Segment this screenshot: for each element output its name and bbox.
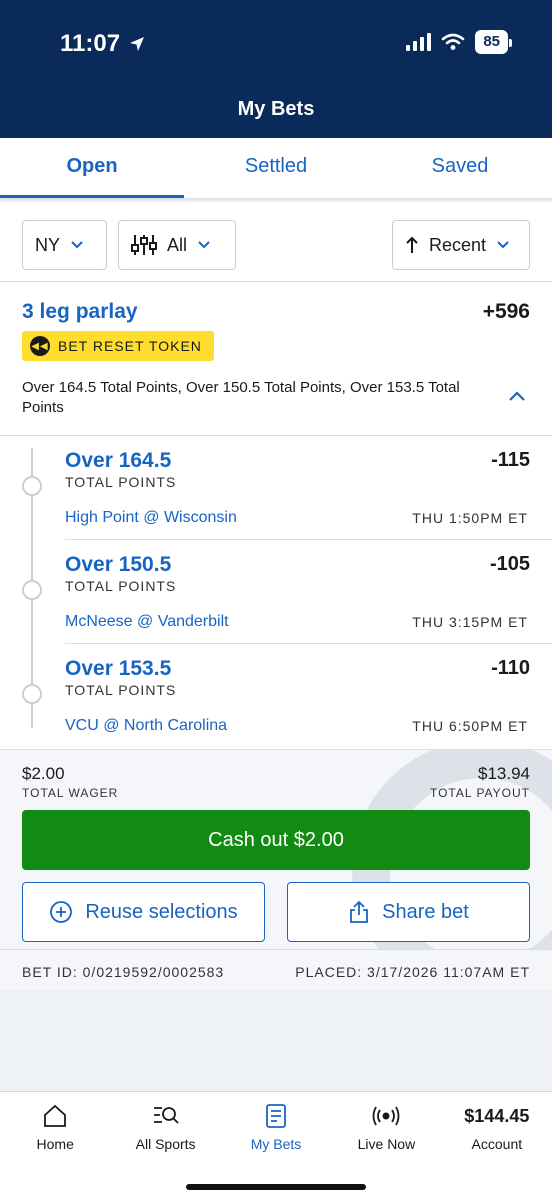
tab-saved[interactable]: Saved	[368, 138, 552, 198]
leg-market: TOTAL POINTS	[65, 578, 177, 594]
reuse-selections-button[interactable]: Reuse selections	[22, 882, 265, 942]
parlay-legs: Over 164.5 TOTAL POINTS -115 High Point …	[0, 436, 552, 748]
clock-time: 11:07	[60, 30, 121, 57]
leg-market: TOTAL POINTS	[65, 474, 177, 490]
status-indicators: 85	[406, 30, 512, 54]
bet-id: BET ID: 0/0219592/0002583	[22, 964, 225, 980]
leg-odds: -105	[489, 553, 530, 575]
chevron-down-icon	[497, 241, 509, 249]
leg-item[interactable]: Over 153.5 TOTAL POINTS -110 VCU @ North…	[0, 644, 552, 748]
page-title: My Bets	[0, 82, 552, 138]
share-bet-label: Share bet	[382, 900, 469, 923]
leg-selection: Over 150.5	[65, 553, 172, 576]
bet-placed-time: PLACED: 3/17/2026 11:07AM ET	[295, 964, 530, 980]
leg-game-link[interactable]: High Point @ Wisconsin	[65, 509, 237, 527]
location-arrow-icon	[130, 37, 145, 51]
bet-meta: BET ID: 0/0219592/0002583 PLACED: 3/17/2…	[0, 949, 552, 990]
bottom-nav: Home All Sports My Bets Live Now $144.45…	[0, 1091, 552, 1200]
wifi-icon	[442, 33, 465, 50]
leg-status-circle	[22, 580, 42, 600]
battery-icon: 85	[475, 30, 512, 54]
leg-game-link[interactable]: VCU @ North Carolina	[65, 717, 227, 735]
leg-market: TOTAL POINTS	[65, 682, 177, 698]
state-filter-dropdown[interactable]: NY	[22, 220, 107, 270]
total-wager-label: TOTAL WAGER	[22, 786, 119, 800]
bet-card: 3 leg parlay +596 ◀◀ BET RESET TOKEN Ove…	[0, 282, 552, 990]
rewind-icon: ◀◀	[30, 336, 50, 356]
status-bar: 11:07 85	[0, 0, 552, 82]
cash-out-button[interactable]: Cash out $2.00	[22, 810, 530, 870]
sort-label: Recent	[429, 234, 487, 255]
leg-status-circle	[22, 476, 42, 496]
bet-summary: Over 164.5 Total Points, Over 150.5 Tota…	[22, 379, 460, 416]
bet-reset-token-badge: ◀◀ BET RESET TOKEN	[22, 331, 214, 361]
nav-my-bets-label: My Bets	[250, 1136, 302, 1152]
chevron-up-icon	[509, 391, 525, 401]
leg-item[interactable]: Over 164.5 TOTAL POINTS -115 High Point …	[0, 436, 552, 540]
nav-account[interactable]: $144.45 Account	[442, 1092, 552, 1200]
nav-all-sports-label: All Sports	[135, 1136, 196, 1152]
tab-settled[interactable]: Settled	[184, 138, 368, 198]
parlay-odds: +596	[482, 300, 530, 323]
nav-live-now-label: Live Now	[357, 1136, 416, 1152]
nav-account-label: Account	[471, 1136, 523, 1152]
total-payout-amount: $13.94	[478, 764, 530, 783]
state-filter-label: NY	[35, 234, 61, 255]
leg-game-time: THU 3:15PM ET	[412, 614, 528, 630]
leg-game-time: THU 1:50PM ET	[412, 510, 528, 526]
bet-slip-icon	[265, 1102, 287, 1130]
leg-odds: -110	[491, 657, 530, 679]
chevron-down-icon	[71, 241, 83, 249]
parlay-title: 3 leg parlay	[22, 300, 138, 323]
plus-circle-icon	[50, 901, 73, 923]
collapse-legs-button[interactable]	[508, 386, 526, 407]
leg-selection: Over 164.5	[65, 449, 172, 472]
leg-game-time: THU 6:50PM ET	[412, 718, 528, 734]
leg-selection: Over 153.5	[65, 657, 172, 680]
search-list-icon	[152, 1102, 180, 1130]
chevron-down-icon	[198, 241, 210, 249]
leg-status-circle	[22, 684, 42, 704]
reuse-selections-label: Reuse selections	[85, 900, 238, 923]
bet-type-filter-dropdown[interactable]: All	[118, 220, 236, 270]
leg-game-link[interactable]: McNeese @ Vanderbilt	[65, 613, 229, 631]
leg-odds: -115	[491, 449, 530, 471]
tab-open[interactable]: Open	[0, 138, 184, 198]
bet-type-filter-label: All	[167, 234, 188, 255]
leg-item[interactable]: Over 150.5 TOTAL POINTS -105 McNeese @ V…	[0, 540, 552, 644]
sliders-icon	[131, 235, 157, 255]
home-indicator	[186, 1184, 366, 1190]
share-bet-button[interactable]: Share bet	[287, 882, 530, 942]
sort-dropdown[interactable]: Recent	[392, 220, 530, 270]
live-broadcast-icon	[372, 1102, 400, 1130]
total-payout-label: TOTAL PAYOUT	[429, 786, 530, 800]
home-icon	[42, 1102, 68, 1130]
arrow-up-icon	[406, 236, 418, 253]
nav-home[interactable]: Home	[0, 1092, 110, 1200]
token-label: BET RESET TOKEN	[58, 338, 202, 354]
cellular-signal-icon	[406, 33, 432, 51]
status-time: 11:07	[60, 30, 146, 58]
nav-home-label: Home	[36, 1136, 74, 1152]
share-icon	[350, 900, 369, 923]
bet-actions-area: $2.00 TOTAL WAGER $13.94 TOTAL PAYOUT Ca…	[0, 749, 552, 949]
bet-tabs: Open Settled Saved	[0, 138, 552, 198]
filter-bar: NY All Recent	[0, 202, 552, 282]
account-balance: $144.45	[464, 1105, 530, 1126]
total-wager-amount: $2.00	[22, 764, 65, 783]
